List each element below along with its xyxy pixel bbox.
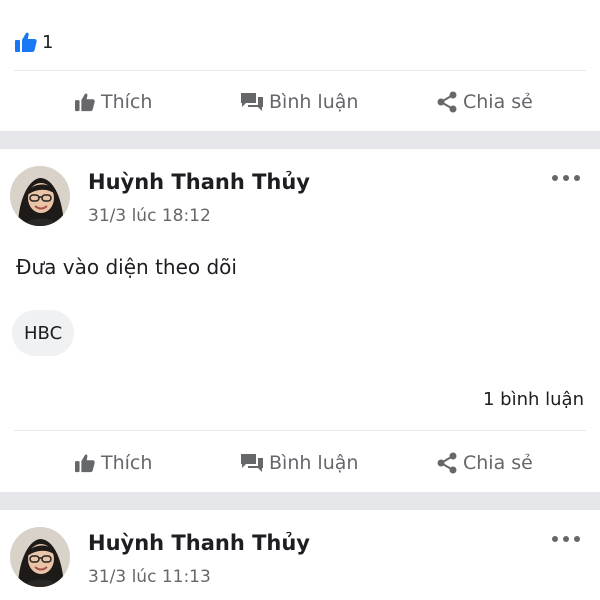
post: Huỳnh Thanh Thủy 31/3 lúc 11:13 <box>0 510 600 600</box>
like-badge-icon <box>15 32 37 52</box>
previous-post-footer: 1 Thích Bình luận Chia sẻ <box>0 0 600 130</box>
author-name[interactable]: Huỳnh Thanh Thủy <box>88 170 310 194</box>
divider <box>14 430 586 431</box>
like-label: Thích <box>101 91 153 113</box>
share-label: Chia sẻ <box>463 91 533 113</box>
comment-preview-text: HBC <box>24 322 63 344</box>
share-icon <box>437 91 457 113</box>
share-label: Chia sẻ <box>463 452 533 474</box>
comment-count[interactable]: 1 bình luận <box>483 389 584 410</box>
thumbs-up-icon <box>75 93 95 112</box>
post-timestamp[interactable]: 31/3 lúc 11:13 <box>88 567 211 587</box>
like-button[interactable]: Thích <box>74 433 152 493</box>
like-button[interactable]: Thích <box>74 72 152 132</box>
comment-button[interactable]: Bình luận <box>240 433 358 493</box>
share-button[interactable]: Chia sẻ <box>436 72 533 132</box>
author-name[interactable]: Huỳnh Thanh Thủy <box>88 531 310 555</box>
post-timestamp[interactable]: 31/3 lúc 18:12 <box>88 206 211 226</box>
more-options-button[interactable] <box>552 534 580 544</box>
avatar-image <box>10 166 70 226</box>
reaction-summary[interactable]: 1 <box>14 30 53 54</box>
share-button[interactable]: Chia sẻ <box>436 433 533 493</box>
share-icon <box>437 452 457 474</box>
like-count: 1 <box>42 31 54 53</box>
divider <box>14 70 586 71</box>
comment-icon <box>241 454 263 472</box>
post-separator <box>0 131 600 149</box>
action-bar: Thích Bình luận Chia sẻ <box>0 72 600 132</box>
like-label: Thích <box>101 452 153 474</box>
comment-icon <box>241 93 263 111</box>
more-icon <box>552 175 558 181</box>
avatar-image <box>10 527 70 587</box>
action-bar: Thích Bình luận Chia sẻ <box>0 433 600 493</box>
thumbs-up-icon <box>75 454 95 473</box>
post: Huỳnh Thanh Thủy 31/3 lúc 18:12 Đưa vào … <box>0 149 600 491</box>
comment-preview[interactable]: HBC <box>12 310 75 356</box>
post-text: Đưa vào diện theo dõi <box>16 255 237 279</box>
more-options-button[interactable] <box>552 173 580 183</box>
post-separator <box>0 492 600 510</box>
comment-label: Bình luận <box>269 452 359 474</box>
avatar[interactable] <box>10 527 70 587</box>
comment-button[interactable]: Bình luận <box>240 72 358 132</box>
avatar[interactable] <box>10 166 70 226</box>
comment-label: Bình luận <box>269 91 359 113</box>
more-icon <box>552 536 558 542</box>
